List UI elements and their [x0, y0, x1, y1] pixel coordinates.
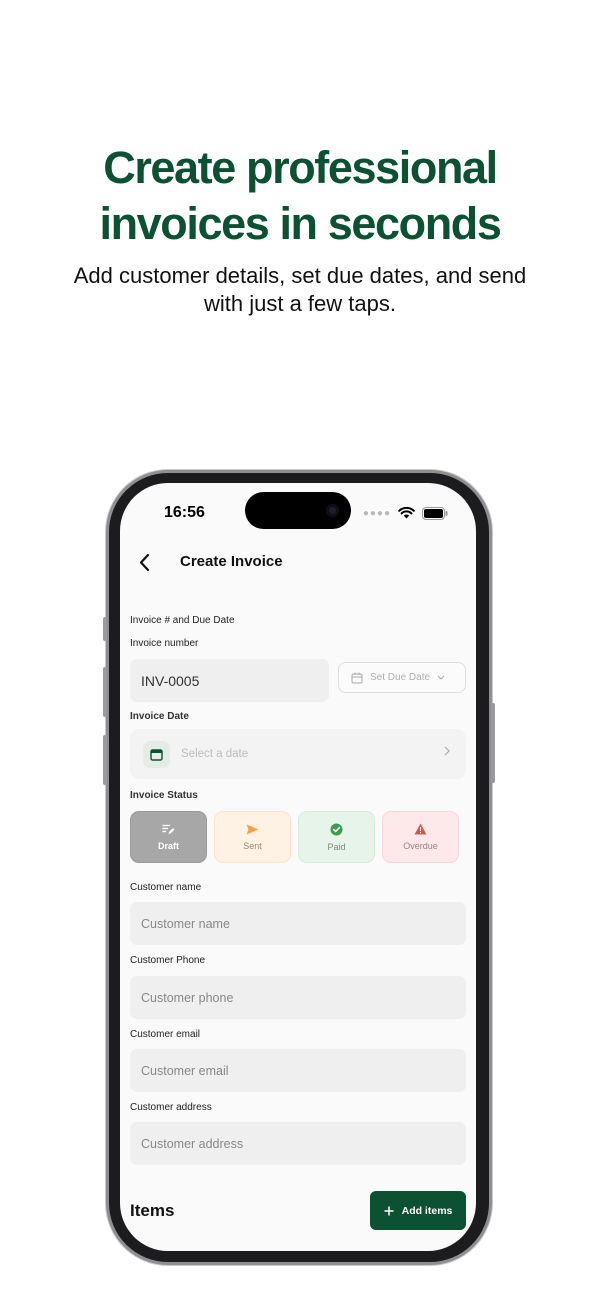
promo-subhead: Add customer details, set due dates, and…: [73, 263, 527, 316]
plus-icon: [384, 1206, 394, 1215]
status-sent-button[interactable]: Sent: [214, 811, 291, 863]
check-circle-icon: [330, 823, 343, 835]
set-due-date-button[interactable]: Set Due Date: [338, 662, 466, 693]
send-icon: [246, 824, 259, 834]
wifi-icon: [398, 507, 415, 519]
set-due-date-label: Set Due Date: [370, 672, 431, 683]
customer-phone-input[interactable]: Customer phone: [130, 976, 466, 1019]
camera-icon: [326, 504, 339, 517]
invoice-date-label: Invoice Date: [130, 711, 189, 722]
status-draft-button[interactable]: Draft: [130, 811, 207, 863]
invoice-number-label: Invoice number: [130, 638, 199, 649]
phone-power-button: [491, 703, 495, 783]
battery-icon: [422, 506, 448, 520]
promo-headline: Create professional invoices in seconds: [99, 142, 501, 249]
page-title: Create Invoice: [180, 553, 283, 570]
customer-address-input[interactable]: Customer address: [130, 1122, 466, 1165]
status-sent-label: Sent: [243, 840, 262, 851]
status-time: 16:56: [164, 504, 205, 521]
customer-email-label: Customer email: [130, 1029, 201, 1040]
customer-email-input[interactable]: Customer email: [130, 1049, 466, 1092]
invoice-date-placeholder: Select a date: [181, 748, 249, 760]
invoice-status-group: Draft Sent Paid Overdue: [130, 811, 459, 863]
items-heading: Items: [130, 1201, 175, 1220]
status-paid-label: Paid: [327, 841, 346, 852]
add-items-button[interactable]: Add items: [370, 1191, 466, 1230]
calendar-icon: [351, 672, 363, 683]
status-paid-button[interactable]: Paid: [298, 811, 375, 863]
back-button[interactable]: [132, 549, 156, 575]
invoice-status-label: Invoice Status: [130, 790, 198, 801]
customer-address-label: Customer address: [130, 1102, 212, 1113]
signal-dots-icon: ●●●●: [362, 507, 391, 519]
status-overdue-label: Overdue: [403, 841, 438, 851]
status-icons: ●●●●: [363, 505, 448, 521]
section-label: Invoice # and Due Date: [130, 615, 235, 626]
invoice-date-picker[interactable]: Select a date: [130, 729, 466, 779]
phone-volume-down: [103, 735, 107, 785]
app-screen: 16:56 ●●●● Create Invoice Invoice # and …: [120, 483, 476, 1251]
invoice-number-input[interactable]: INV-0005: [130, 659, 329, 702]
phone-side-button: [103, 617, 107, 641]
calendar-icon: [150, 748, 163, 761]
customer-phone-label: Customer Phone: [130, 955, 206, 966]
customer-name-input[interactable]: Customer name: [130, 902, 466, 945]
dynamic-island: [245, 492, 351, 529]
chevron-down-icon: [437, 675, 445, 680]
chevron-left-icon: [139, 553, 150, 571]
date-icon-wrap: [143, 740, 170, 768]
status-overdue-button[interactable]: Overdue: [382, 811, 459, 863]
customer-name-label: Customer name: [130, 882, 202, 893]
chevron-right-icon: [444, 746, 450, 756]
phone-volume-up: [103, 667, 107, 717]
draft-edit-icon: [162, 824, 175, 834]
warning-icon: [414, 823, 427, 835]
add-items-label: Add items: [401, 1204, 453, 1217]
status-draft-label: Draft: [157, 840, 179, 851]
